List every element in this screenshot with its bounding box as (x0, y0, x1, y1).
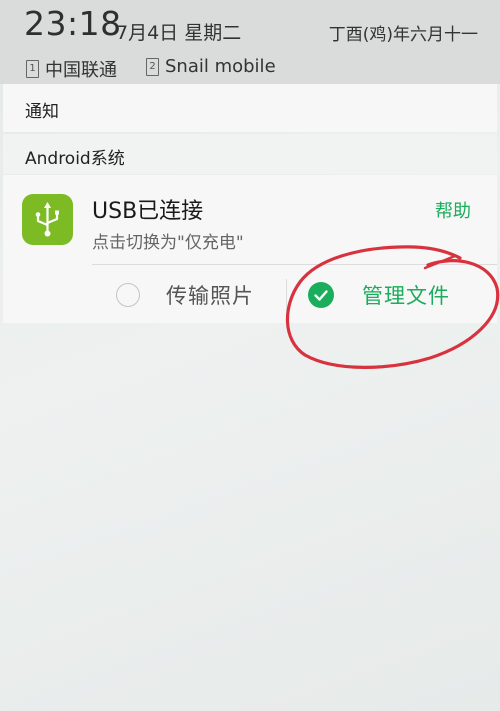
status-lunar-date: 丁酉(鸡)年六月十一 (328, 25, 478, 45)
notification-group-header: Android系统 (3, 134, 497, 174)
carrier-sim-1: 1 中国联通 (26, 56, 117, 82)
carrier-bar: 1 中国联通 2 Snail mobile (0, 52, 500, 84)
sim-card-icon: 2 (146, 57, 159, 76)
option-separator (286, 279, 287, 311)
usb-notification-card[interactable]: USB已连接 点击切换为"仅充电" 帮助 传输照片 管理文件 (3, 175, 497, 323)
help-button[interactable]: 帮助 (435, 197, 471, 223)
card-divider (92, 264, 497, 265)
status-date: 7月4日 星期二 (116, 22, 242, 44)
option-transfer-photos[interactable]: 传输照片 (116, 279, 254, 311)
usb-mode-subtitle: 点击切换为"仅充电" (92, 233, 244, 253)
usb-connected-title: USB已连接 (92, 199, 204, 224)
usb-icon (22, 194, 73, 245)
option-manage-files-label: 管理文件 (362, 284, 450, 308)
radio-unselected-icon (116, 283, 140, 307)
checkmark-icon (308, 282, 334, 308)
carrier-name-1: 中国联通 (45, 60, 117, 81)
sim-card-icon: 1 (26, 60, 39, 78)
option-transfer-photos-label: 传输照片 (166, 284, 254, 308)
notifications-header: 通知 (3, 84, 497, 132)
carrier-name-2: Snail mobile (165, 56, 276, 77)
notification-group-label: Android系统 (25, 149, 125, 169)
notifications-header-label: 通知 (25, 102, 59, 122)
status-bar: 23:18 7月4日 星期二 丁酉(鸡)年六月十一 (0, 0, 500, 52)
carrier-sim-2: 2 Snail mobile (146, 56, 276, 77)
status-time: 23:18 (24, 4, 122, 43)
option-manage-files[interactable]: 管理文件 (308, 279, 450, 311)
